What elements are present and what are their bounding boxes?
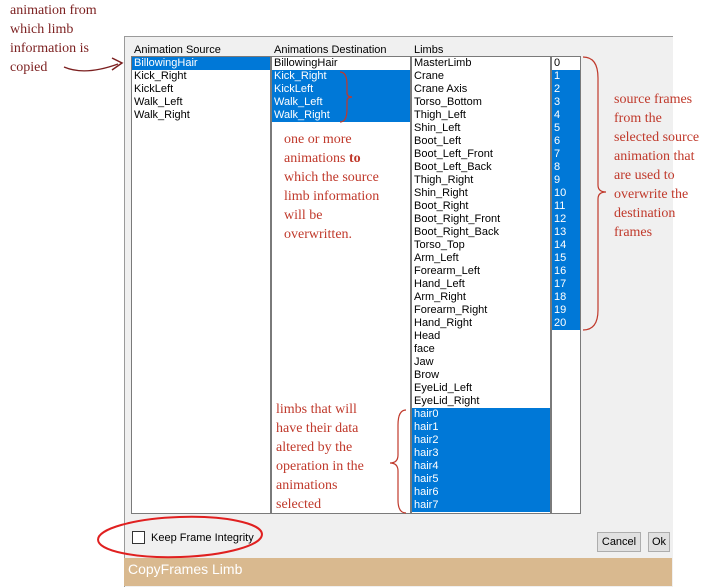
destination-brace	[339, 71, 353, 123]
limbs-brace	[389, 409, 407, 514]
source-arrow	[63, 63, 119, 72]
checkbox-highlight-circle	[97, 515, 263, 559]
annotation-overlay	[63, 56, 607, 559]
frames-brace	[582, 56, 607, 331]
